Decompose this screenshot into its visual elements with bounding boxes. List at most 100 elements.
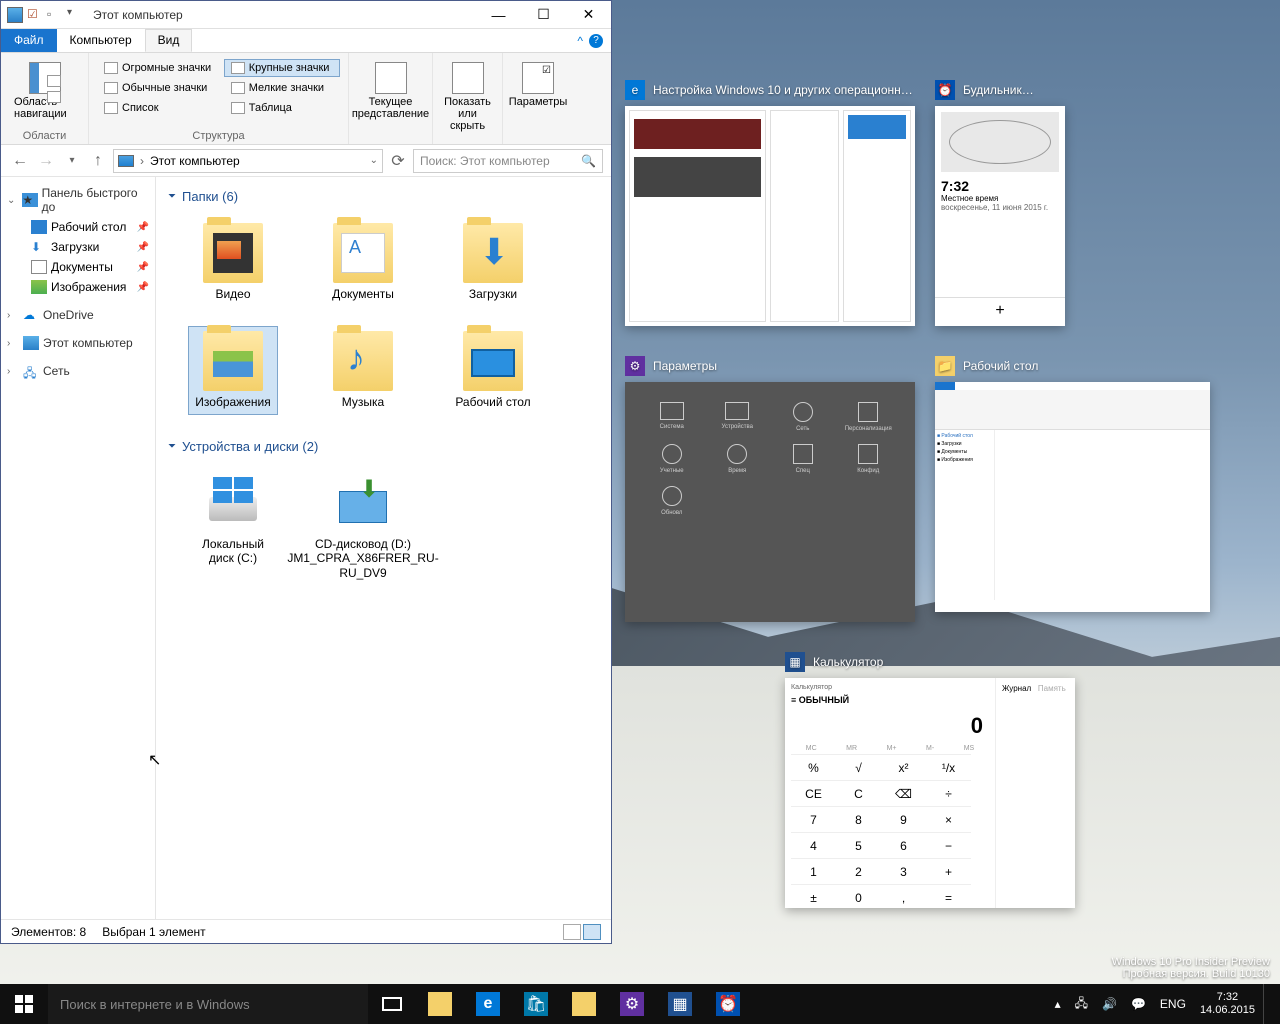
sidebar-desktop[interactable]: Рабочий стол📌 bbox=[3, 217, 153, 237]
show-hide-button[interactable]: Показать или скрыть bbox=[439, 57, 496, 137]
folder-desktop[interactable]: Рабочий стол bbox=[448, 326, 538, 414]
history-dropdown[interactable]: ▾ bbox=[61, 150, 83, 172]
folder-pictures[interactable]: Изображения bbox=[188, 326, 278, 414]
tray-clock[interactable]: 7:32 14.06.2015 bbox=[1194, 984, 1261, 1024]
back-button[interactable]: ← bbox=[9, 150, 31, 172]
calc-key[interactable]: , bbox=[881, 884, 926, 910]
calc-key[interactable]: 1 bbox=[791, 858, 836, 884]
ribbon-collapse-icon[interactable]: ^ bbox=[577, 34, 583, 48]
new-folder-icon[interactable]: ▫ bbox=[47, 7, 63, 23]
qat-dropdown-icon[interactable]: ▾ bbox=[67, 7, 83, 23]
tab-view[interactable]: Вид bbox=[145, 29, 193, 52]
task-browser[interactable]: eНастройка Windows 10 и других операцион… bbox=[625, 80, 915, 326]
maximize-button[interactable]: ☐ bbox=[521, 1, 566, 29]
calc-key[interactable]: ¹/x bbox=[926, 754, 971, 780]
task-calculator[interactable]: ▦Калькулятор Калькулятор ≡ ОБЫЧНЫЙ 0 MCM… bbox=[785, 652, 1075, 908]
address-bar[interactable]: › Этот компьютер ⌄ bbox=[113, 149, 383, 173]
refresh-button[interactable]: ⟳ bbox=[387, 150, 409, 172]
calc-key[interactable]: 7 bbox=[791, 806, 836, 832]
section-devices[interactable]: ⏷Устройства и диски (2) bbox=[168, 435, 599, 458]
minimize-button[interactable]: — bbox=[476, 1, 521, 29]
folder-music[interactable]: ♪Музыка bbox=[318, 326, 408, 414]
taskbar-calc[interactable]: ▦ bbox=[656, 984, 704, 1024]
calc-key[interactable]: × bbox=[926, 806, 971, 832]
section-folders[interactable]: ⏷Папки (6) bbox=[168, 185, 599, 208]
task-view-button[interactable] bbox=[368, 984, 416, 1024]
search-box[interactable]: Поиск: Этот компьютер 🔍 bbox=[413, 149, 603, 173]
view-huge[interactable]: Огромные значки bbox=[97, 59, 222, 77]
taskbar-edge[interactable]: e bbox=[464, 984, 512, 1024]
folder-documents[interactable]: AДокументы bbox=[318, 218, 408, 306]
calc-key[interactable]: 5 bbox=[836, 832, 881, 858]
task-desktop-explorer[interactable]: 📁Рабочий стол ■ Рабочий стол■ Загрузки■ … bbox=[935, 356, 1210, 622]
file-explorer-window: ☑ ▫ ▾ Этот компьютер — ☐ ✕ Файл Компьюте… bbox=[0, 0, 612, 944]
sidebar-network[interactable]: ›🖧Сеть bbox=[3, 361, 153, 381]
up-button[interactable]: ↑ bbox=[87, 150, 109, 172]
drive-local-c[interactable]: Локальный диск (C:) bbox=[188, 468, 278, 585]
forward-button[interactable]: → bbox=[35, 150, 57, 172]
close-button[interactable]: ✕ bbox=[566, 1, 611, 29]
task-settings[interactable]: ⚙Параметры Система Устройства Сеть Персо… bbox=[625, 356, 915, 622]
tray-network-icon[interactable]: 🖧 bbox=[1069, 984, 1094, 1024]
calc-key[interactable]: 6 bbox=[881, 832, 926, 858]
calc-key[interactable]: 3 bbox=[881, 858, 926, 884]
tab-file[interactable]: Файл bbox=[1, 29, 57, 52]
start-button[interactable] bbox=[0, 984, 48, 1024]
folder-video[interactable]: Видео bbox=[188, 218, 278, 306]
drive-cd-d[interactable]: ⬇CD-дисковод (D:) JM1_CPRA_X86FRER_RU-RU… bbox=[318, 468, 408, 585]
calc-key[interactable]: x² bbox=[881, 754, 926, 780]
calc-key[interactable]: = bbox=[926, 884, 971, 910]
sidebar-downloads[interactable]: ⬇Загрузки📌 bbox=[3, 237, 153, 257]
options-button[interactable]: ☑ Параметры bbox=[509, 57, 567, 113]
tray-notifications-icon[interactable]: 💬 bbox=[1125, 984, 1152, 1024]
content-area[interactable]: ⏷Папки (6) Видео AДокументы ⬇Загрузки Из… bbox=[156, 177, 611, 919]
calc-key[interactable]: C bbox=[836, 780, 881, 806]
view-large[interactable]: Крупные значки bbox=[224, 59, 340, 77]
calc-key[interactable]: % bbox=[791, 754, 836, 780]
details-pane-icon[interactable] bbox=[47, 91, 61, 103]
view-details-icon[interactable] bbox=[563, 924, 581, 940]
calc-key[interactable]: ⌫ bbox=[881, 780, 926, 806]
tab-computer[interactable]: Компьютер bbox=[57, 29, 145, 52]
current-view-button[interactable]: Текущее представление bbox=[355, 57, 426, 125]
tray-volume-icon[interactable]: 🔊 bbox=[1096, 984, 1123, 1024]
calc-key[interactable]: − bbox=[926, 832, 971, 858]
view-list[interactable]: Список bbox=[97, 99, 222, 117]
sidebar-documents[interactable]: Документы📌 bbox=[3, 257, 153, 277]
calc-key[interactable]: √ bbox=[836, 754, 881, 780]
taskbar-explorer[interactable] bbox=[416, 984, 464, 1024]
calc-mode: ОБЫЧНЫЙ bbox=[799, 695, 849, 705]
calc-key[interactable]: 8 bbox=[836, 806, 881, 832]
sidebar-onedrive[interactable]: ›☁OneDrive bbox=[3, 305, 153, 325]
view-small[interactable]: Мелкие значки bbox=[224, 79, 340, 97]
view-table[interactable]: Таблица bbox=[224, 99, 340, 117]
taskbar-search[interactable]: Поиск в интернете и в Windows bbox=[48, 984, 368, 1024]
calc-key[interactable]: + bbox=[926, 858, 971, 884]
taskbar-alarm[interactable]: ⏰ bbox=[704, 984, 752, 1024]
show-desktop[interactable] bbox=[1263, 984, 1276, 1024]
view-large-icons-icon[interactable] bbox=[583, 924, 601, 940]
calc-key[interactable]: ± bbox=[791, 884, 836, 910]
calc-key[interactable]: CE bbox=[791, 780, 836, 806]
folder-downloads[interactable]: ⬇Загрузки bbox=[448, 218, 538, 306]
view-normal[interactable]: Обычные значки bbox=[97, 79, 222, 97]
calc-key[interactable]: 9 bbox=[881, 806, 926, 832]
task-alarm[interactable]: ⏰Будильник… 7:32 Местное время воскресен… bbox=[935, 80, 1065, 326]
properties-icon[interactable]: ☑ bbox=[27, 7, 43, 23]
calc-key[interactable]: 0 bbox=[836, 884, 881, 910]
calc-key[interactable]: 4 bbox=[791, 832, 836, 858]
sidebar-this-pc[interactable]: ›Этот компьютер bbox=[3, 333, 153, 353]
taskbar-explorer2[interactable] bbox=[560, 984, 608, 1024]
calc-key[interactable]: ÷ bbox=[926, 780, 971, 806]
tray-language[interactable]: ENG bbox=[1154, 984, 1192, 1024]
alarm-time: 7:32 bbox=[941, 178, 1059, 194]
calc-key[interactable]: 2 bbox=[836, 858, 881, 884]
sidebar-quick-access[interactable]: ⌄★Панель быстрого до bbox=[3, 183, 153, 217]
taskbar-settings[interactable]: ⚙ bbox=[608, 984, 656, 1024]
titlebar[interactable]: ☑ ▫ ▾ Этот компьютер — ☐ ✕ bbox=[1, 1, 611, 29]
taskbar-store[interactable]: 🛍 bbox=[512, 984, 560, 1024]
sidebar-pictures[interactable]: Изображения📌 bbox=[3, 277, 153, 297]
help-icon[interactable]: ? bbox=[589, 34, 603, 48]
tray-overflow[interactable]: ▴ bbox=[1049, 984, 1067, 1024]
preview-pane-icon[interactable] bbox=[47, 75, 61, 87]
